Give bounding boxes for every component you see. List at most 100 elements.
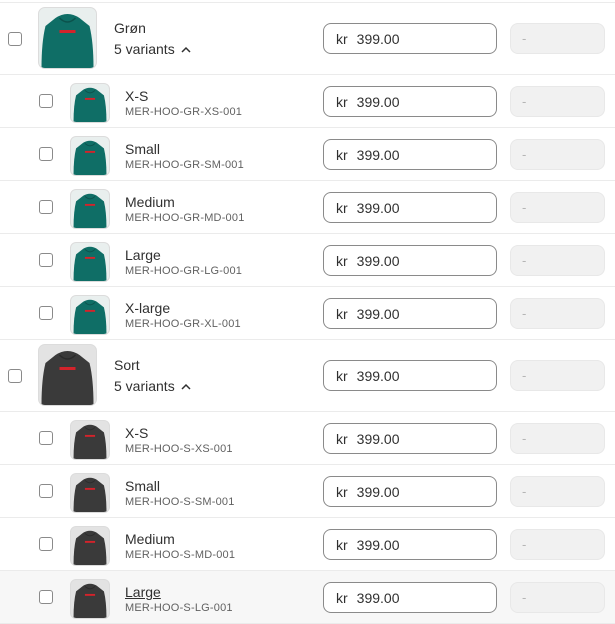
price-field[interactable]: kr 399.00: [323, 582, 497, 613]
variant-image[interactable]: [70, 295, 110, 335]
currency-prefix: kr: [336, 252, 348, 269]
group-name: Grøn: [114, 20, 146, 36]
compare-at-price-field[interactable]: -: [510, 139, 605, 170]
currency-prefix: kr: [336, 483, 348, 500]
price-field[interactable]: kr 399.00: [323, 476, 497, 507]
variant-row[interactable]: Medium MER-HOO-GR-MD-001 kr 399.00 -: [0, 181, 615, 234]
variant-row[interactable]: Small MER-HOO-GR-SM-001 kr 399.00 -: [0, 128, 615, 181]
group-checkbox[interactable]: [8, 32, 22, 46]
variant-checkbox[interactable]: [39, 537, 53, 551]
chest-print-logo: [84, 487, 96, 490]
variant-checkbox[interactable]: [39, 431, 53, 445]
variant-group-row[interactable]: Sort 5 variants kr 399.00 -: [0, 340, 615, 412]
compare-at-price-field[interactable]: -: [510, 529, 605, 560]
variant-image[interactable]: [70, 473, 110, 513]
variant-row[interactable]: X-large MER-HOO-GR-XL-001 kr 399.00 -: [0, 287, 615, 340]
compare-at-value: -: [522, 431, 527, 446]
chest-print-logo: [84, 309, 96, 312]
price-field[interactable]: kr 399.00: [323, 245, 497, 276]
price-value: 399.00: [356, 199, 400, 216]
group-name: Sort: [114, 357, 140, 373]
variants-toggle[interactable]: 5 variants: [114, 378, 191, 394]
compare-at-price-field[interactable]: -: [510, 86, 605, 117]
price-field[interactable]: kr 399.00: [323, 298, 497, 329]
variant-size: Small: [125, 141, 161, 157]
currency-prefix: kr: [336, 367, 348, 384]
chest-print-logo: [84, 256, 96, 259]
currency-prefix: kr: [336, 146, 348, 163]
compare-at-price-field[interactable]: -: [510, 582, 605, 613]
variant-image[interactable]: [70, 579, 110, 619]
chevron-up-icon: [181, 383, 191, 390]
price-field[interactable]: kr 399.00: [323, 529, 497, 560]
currency-prefix: kr: [336, 536, 348, 553]
group-checkbox[interactable]: [8, 369, 22, 383]
compare-at-value: -: [522, 253, 527, 268]
variant-checkbox[interactable]: [39, 253, 53, 267]
variant-image[interactable]: [70, 242, 110, 282]
variant-row[interactable]: Medium MER-HOO-S-MD-001 kr 399.00 -: [0, 518, 615, 571]
currency-prefix: kr: [336, 589, 348, 606]
variant-sku: MER-HOO-GR-XL-001: [125, 318, 241, 330]
chest-print-logo: [84, 593, 96, 596]
variant-size[interactable]: Large: [125, 584, 161, 600]
variant-sku: MER-HOO-S-MD-001: [125, 549, 236, 561]
variant-checkbox[interactable]: [39, 590, 53, 604]
compare-at-value: -: [522, 306, 527, 321]
compare-at-price-field[interactable]: -: [510, 423, 605, 454]
chest-print-logo: [84, 434, 96, 437]
variant-row[interactable]: Large MER-HOO-GR-LG-001 kr 399.00 -: [0, 234, 615, 287]
variant-row[interactable]: X-S MER-HOO-S-XS-001 kr 399.00 -: [0, 412, 615, 465]
price-value: 399.00: [356, 589, 400, 606]
variant-checkbox[interactable]: [39, 200, 53, 214]
variant-checkbox[interactable]: [39, 94, 53, 108]
variant-image[interactable]: [70, 526, 110, 566]
compare-at-price-field[interactable]: -: [510, 245, 605, 276]
product-image[interactable]: [38, 344, 97, 406]
hoodie-graphic: [73, 477, 107, 512]
product-image[interactable]: [38, 7, 97, 69]
variant-sku: MER-HOO-GR-XS-001: [125, 106, 243, 118]
hoodie-graphic: [73, 530, 107, 565]
variant-size: X-S: [125, 88, 149, 104]
price-field[interactable]: kr 399.00: [323, 423, 497, 454]
price-field[interactable]: kr 399.00: [323, 23, 497, 54]
price-value: 399.00: [356, 146, 400, 163]
compare-at-value: -: [522, 94, 527, 109]
variant-sku: MER-HOO-S-LG-001: [125, 602, 233, 614]
compare-at-price-field[interactable]: -: [510, 23, 605, 54]
variant-row[interactable]: Small MER-HOO-S-SM-001 kr 399.00 -: [0, 465, 615, 518]
variant-image[interactable]: [70, 136, 110, 176]
variants-toggle[interactable]: 5 variants: [114, 41, 191, 57]
variant-image[interactable]: [70, 83, 110, 123]
compare-at-value: -: [522, 31, 527, 46]
chevron-up-icon: [181, 46, 191, 53]
variant-image[interactable]: [70, 420, 110, 460]
compare-at-price-field[interactable]: -: [510, 192, 605, 223]
price-field[interactable]: kr 399.00: [323, 86, 497, 117]
variant-image[interactable]: [70, 189, 110, 229]
variant-row[interactable]: X-S MER-HOO-GR-XS-001 kr 399.00 -: [0, 75, 615, 128]
compare-at-price-field[interactable]: -: [510, 298, 605, 329]
compare-at-price-field[interactable]: -: [510, 476, 605, 507]
chest-print-logo: [84, 540, 96, 543]
variants-count: 5 variants: [114, 378, 175, 394]
variant-sku: MER-HOO-S-XS-001: [125, 443, 233, 455]
variant-group-row[interactable]: Grøn 5 variants kr 399.00 -: [0, 3, 615, 75]
variants-count: 5 variants: [114, 41, 175, 57]
hoodie-graphic: [41, 351, 94, 405]
variant-checkbox[interactable]: [39, 306, 53, 320]
compare-at-price-field[interactable]: -: [510, 360, 605, 391]
variant-checkbox[interactable]: [39, 484, 53, 498]
variant-row[interactable]: Large MER-HOO-S-LG-001 kr 399.00 -: [0, 571, 615, 624]
price-field[interactable]: kr 399.00: [323, 360, 497, 391]
price-value: 399.00: [356, 252, 400, 269]
variant-checkbox[interactable]: [39, 147, 53, 161]
price-field[interactable]: kr 399.00: [323, 192, 497, 223]
price-value: 399.00: [356, 30, 400, 47]
compare-at-value: -: [522, 147, 527, 162]
hoodie-graphic: [73, 246, 107, 281]
variant-list: Grøn 5 variants kr 399.00 - X-S MER-HOO-…: [0, 3, 615, 624]
price-field[interactable]: kr 399.00: [323, 139, 497, 170]
variant-size: X-S: [125, 425, 149, 441]
